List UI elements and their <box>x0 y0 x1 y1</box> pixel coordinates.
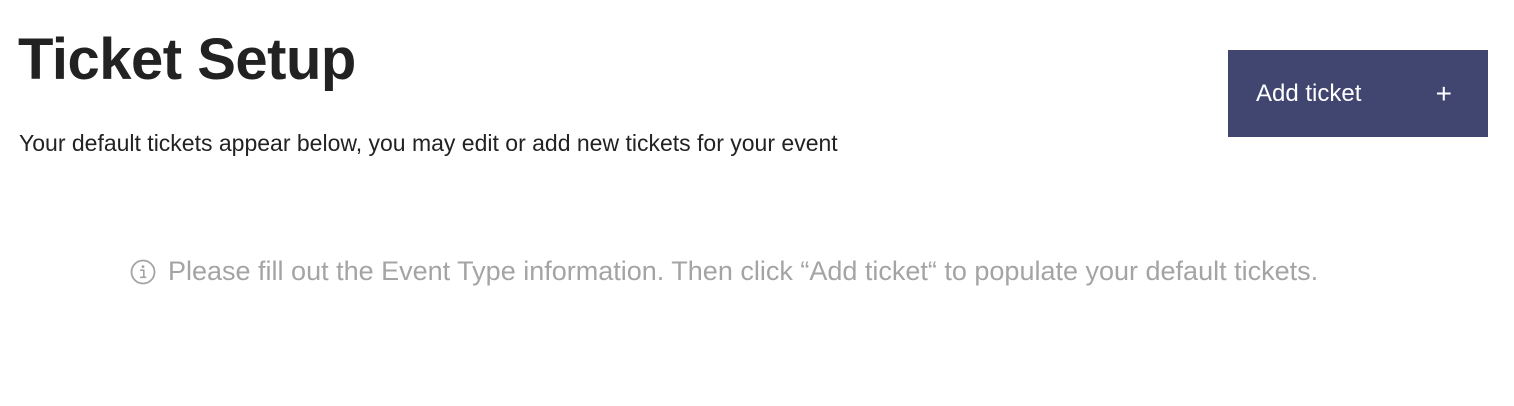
page-subtitle: Your default tickets appear below, you m… <box>19 130 838 156</box>
info-icon <box>130 259 156 285</box>
notice-text: Please fill out the Event Type informati… <box>168 256 1319 286</box>
empty-state-notice: Please fill out the Event Type informati… <box>130 256 1318 287</box>
add-ticket-label: Add ticket <box>1256 79 1362 107</box>
page-title: Ticket Setup <box>18 27 356 92</box>
plus-icon: + <box>1435 77 1452 109</box>
ticket-setup-page: Ticket Setup Your default tickets appear… <box>0 0 1514 406</box>
add-ticket-button[interactable]: Add ticket + <box>1228 50 1488 137</box>
